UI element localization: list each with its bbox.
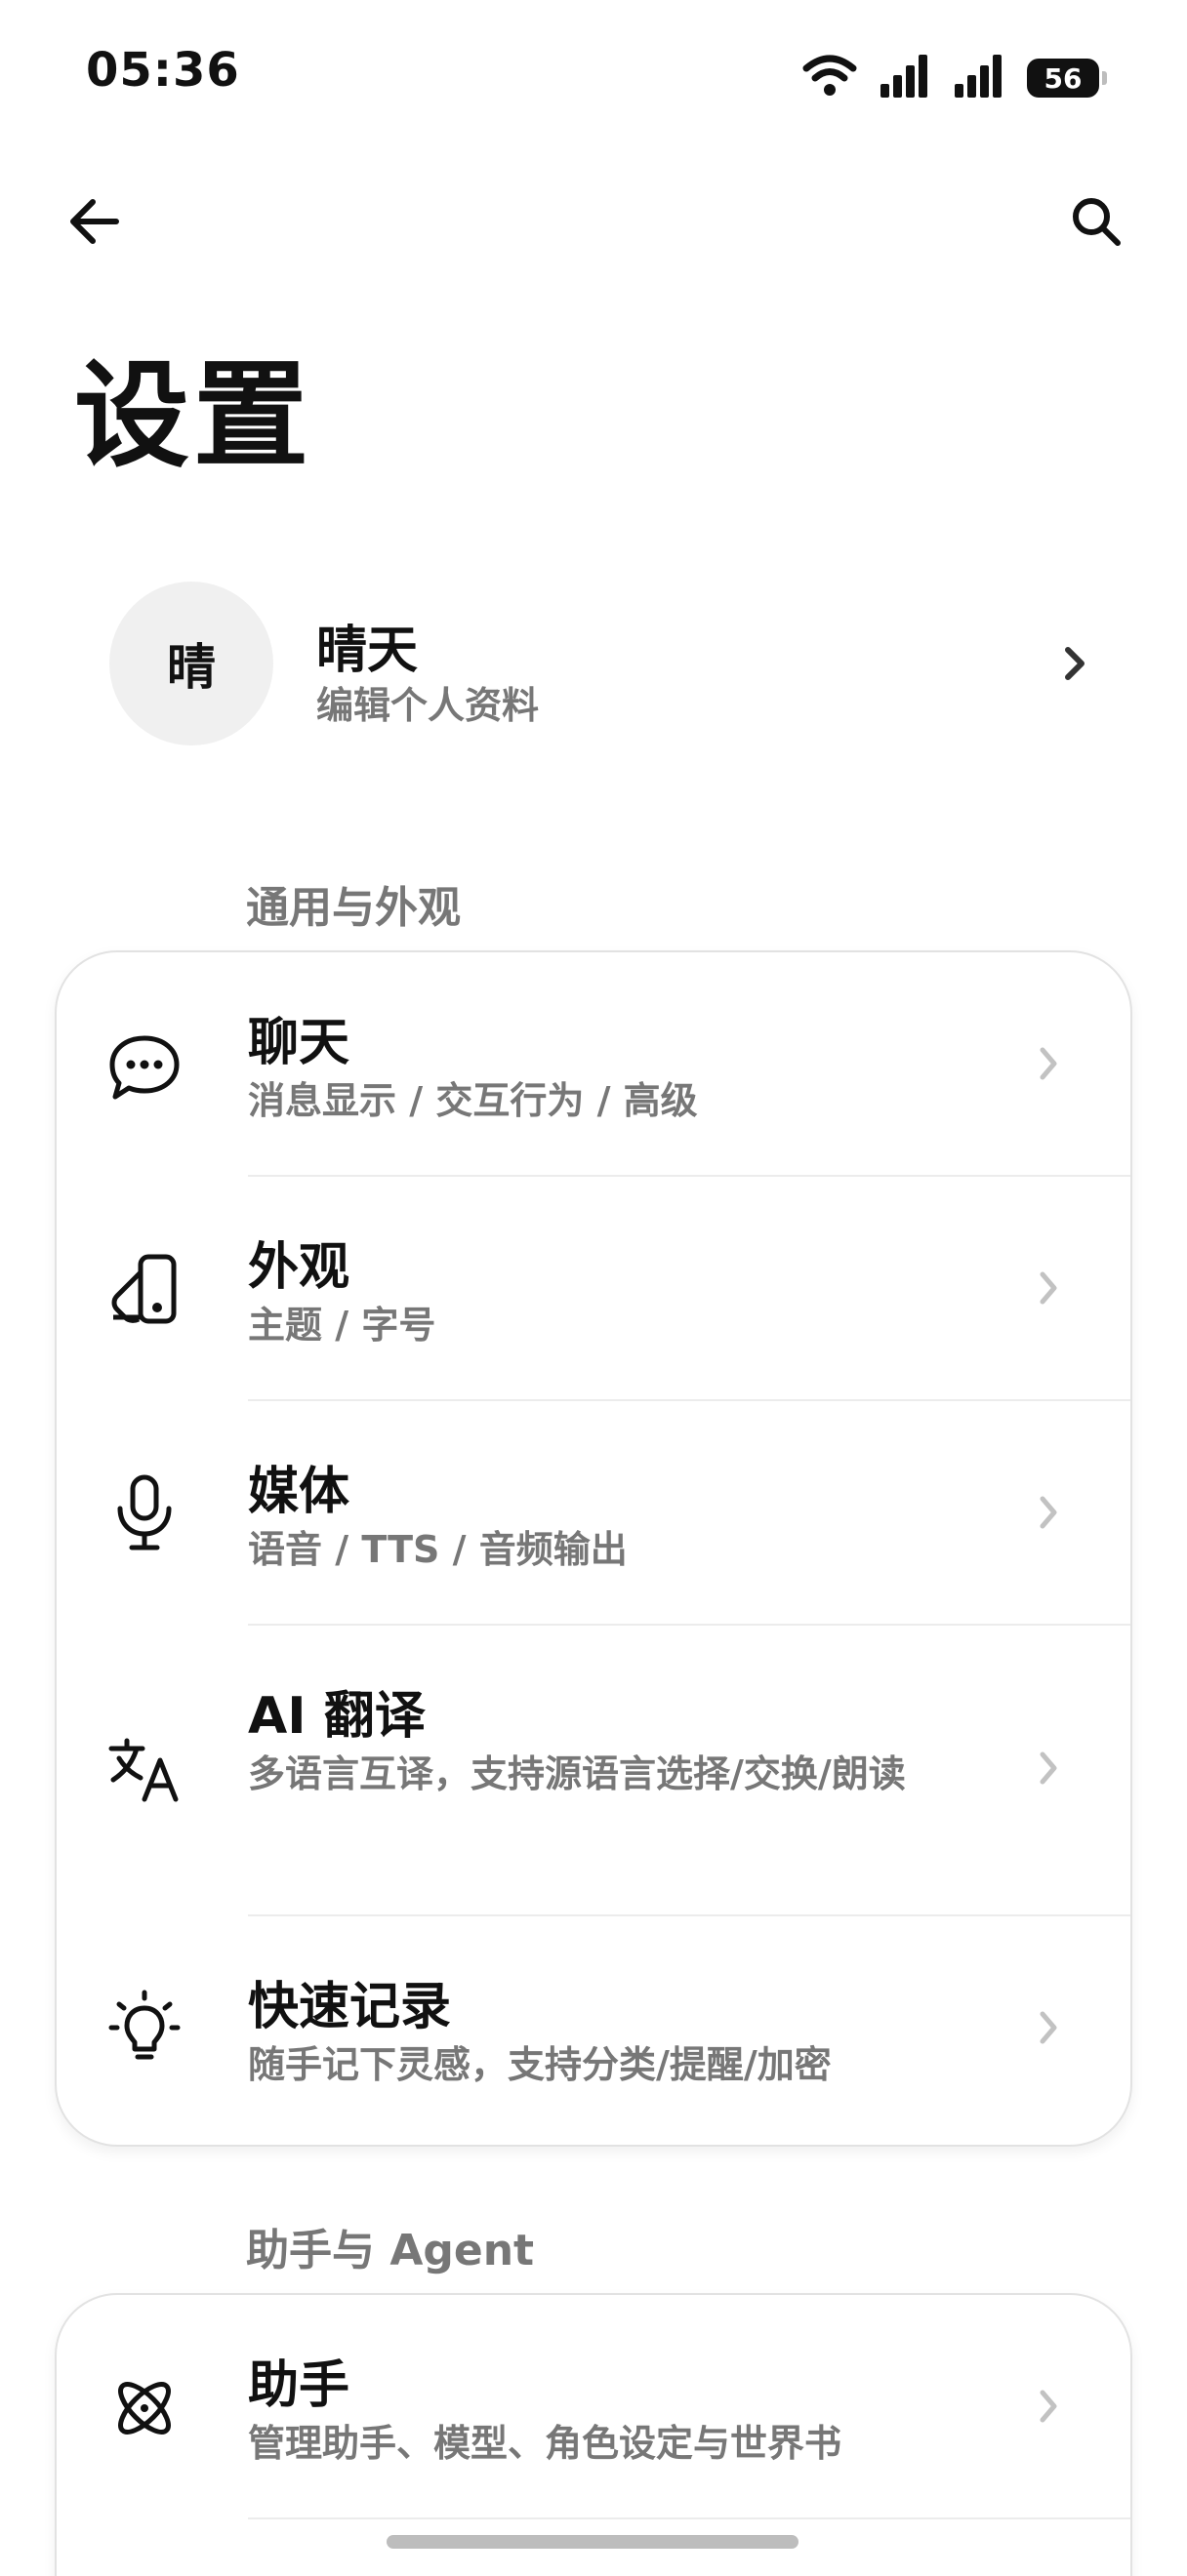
microphone-icon: [105, 1473, 184, 1551]
top-app-bar: [0, 166, 1187, 273]
status-icons: 56: [802, 55, 1107, 101]
translate-icon: [105, 1731, 184, 1809]
settings-item-subtitle: 消息显示 / 交互行为 / 高级: [248, 1079, 698, 1122]
atom-icon: [105, 2369, 184, 2447]
appearance-icon: [105, 1251, 184, 1329]
cellular-signal-icon: [953, 55, 1005, 101]
section-label-assistant-agent: 助手与 Agent: [246, 2226, 535, 2275]
lightbulb-icon: [105, 1987, 184, 2065]
status-time: 05:36: [86, 43, 240, 98]
divider: [248, 2517, 1130, 2519]
settings-item-media[interactable]: 媒体 语音 / TTS / 音频输出: [57, 1401, 1130, 1626]
chevron-right-icon: [1037, 1749, 1060, 1791]
settings-item-quick-note[interactable]: 快速记录 随手记下灵感，支持分类/提醒/加密: [57, 1916, 1130, 2141]
settings-item-assistant[interactable]: 助手 管理助手、模型、角色设定与世界书: [57, 2295, 1130, 2519]
chat-bubble-icon: [105, 1028, 184, 1107]
settings-item-subtitle: 主题 / 字号: [248, 1304, 436, 1347]
cellular-signal-icon: [879, 55, 931, 101]
arrow-left-icon: [70, 199, 119, 244]
settings-item-appearance[interactable]: 外观 主题 / 字号: [57, 1177, 1130, 1401]
wifi-icon: [802, 55, 857, 101]
chevron-right-icon: [1037, 1268, 1060, 1311]
profile-row[interactable]: 晴 晴天 编辑个人资料: [109, 582, 1085, 747]
settings-card-assistant: 助手 管理助手、模型、角色设定与世界书: [55, 2293, 1132, 2576]
settings-item-title: AI 翻译: [248, 1687, 426, 1746]
back-button[interactable]: [51, 178, 139, 265]
profile-name: 晴天: [316, 622, 419, 680]
chevron-right-icon: [1037, 2008, 1060, 2051]
settings-item-title: 快速记录: [248, 1978, 452, 2036]
settings-item-chat[interactable]: 聊天 消息显示 / 交互行为 / 高级: [57, 952, 1130, 1177]
settings-item-subtitle: 随手记下灵感，支持分类/提醒/加密: [248, 2043, 832, 2086]
chevron-right-icon: [1060, 642, 1089, 689]
settings-screen: 05:36 56 设置 晴 晴天 编辑个人资料 通用与外观 聊天 消息显示 / …: [0, 0, 1187, 2576]
settings-item-subtitle: 语音 / TTS / 音频输出: [248, 1528, 628, 1571]
settings-item-subtitle: 管理助手、模型、角色设定与世界书: [248, 2422, 842, 2465]
page-title: 设置: [74, 348, 313, 483]
chevron-right-icon: [1037, 1493, 1060, 1536]
settings-item-title: 外观: [248, 1238, 350, 1297]
chevron-right-icon: [1037, 1044, 1060, 1087]
search-icon: [1073, 198, 1121, 246]
settings-item-subtitle: 多语言互译，支持源语言选择/交换/朗读: [248, 1752, 906, 1795]
settings-item-title: 助手: [248, 2356, 350, 2415]
settings-item-title: 媒体: [248, 1463, 350, 1521]
settings-item-ai-translate[interactable]: AI 翻译 多语言互译，支持源语言选择/交换/朗读: [57, 1626, 1130, 1916]
chevron-right-icon: [1037, 2387, 1060, 2430]
settings-item-title: 聊天: [248, 1014, 350, 1072]
avatar: 晴: [109, 582, 273, 745]
settings-card-general: 聊天 消息显示 / 交互行为 / 高级 外观 主题 / 字号 媒体 语音 / T…: [55, 950, 1132, 2147]
edit-profile-label: 编辑个人资料: [316, 684, 540, 727]
battery-indicator: 56: [1027, 59, 1107, 98]
search-button[interactable]: [1052, 178, 1140, 265]
home-indicator[interactable]: [387, 2535, 798, 2549]
status-bar: 05:36 56: [0, 0, 1187, 146]
section-label-general: 通用与外观: [246, 883, 461, 933]
